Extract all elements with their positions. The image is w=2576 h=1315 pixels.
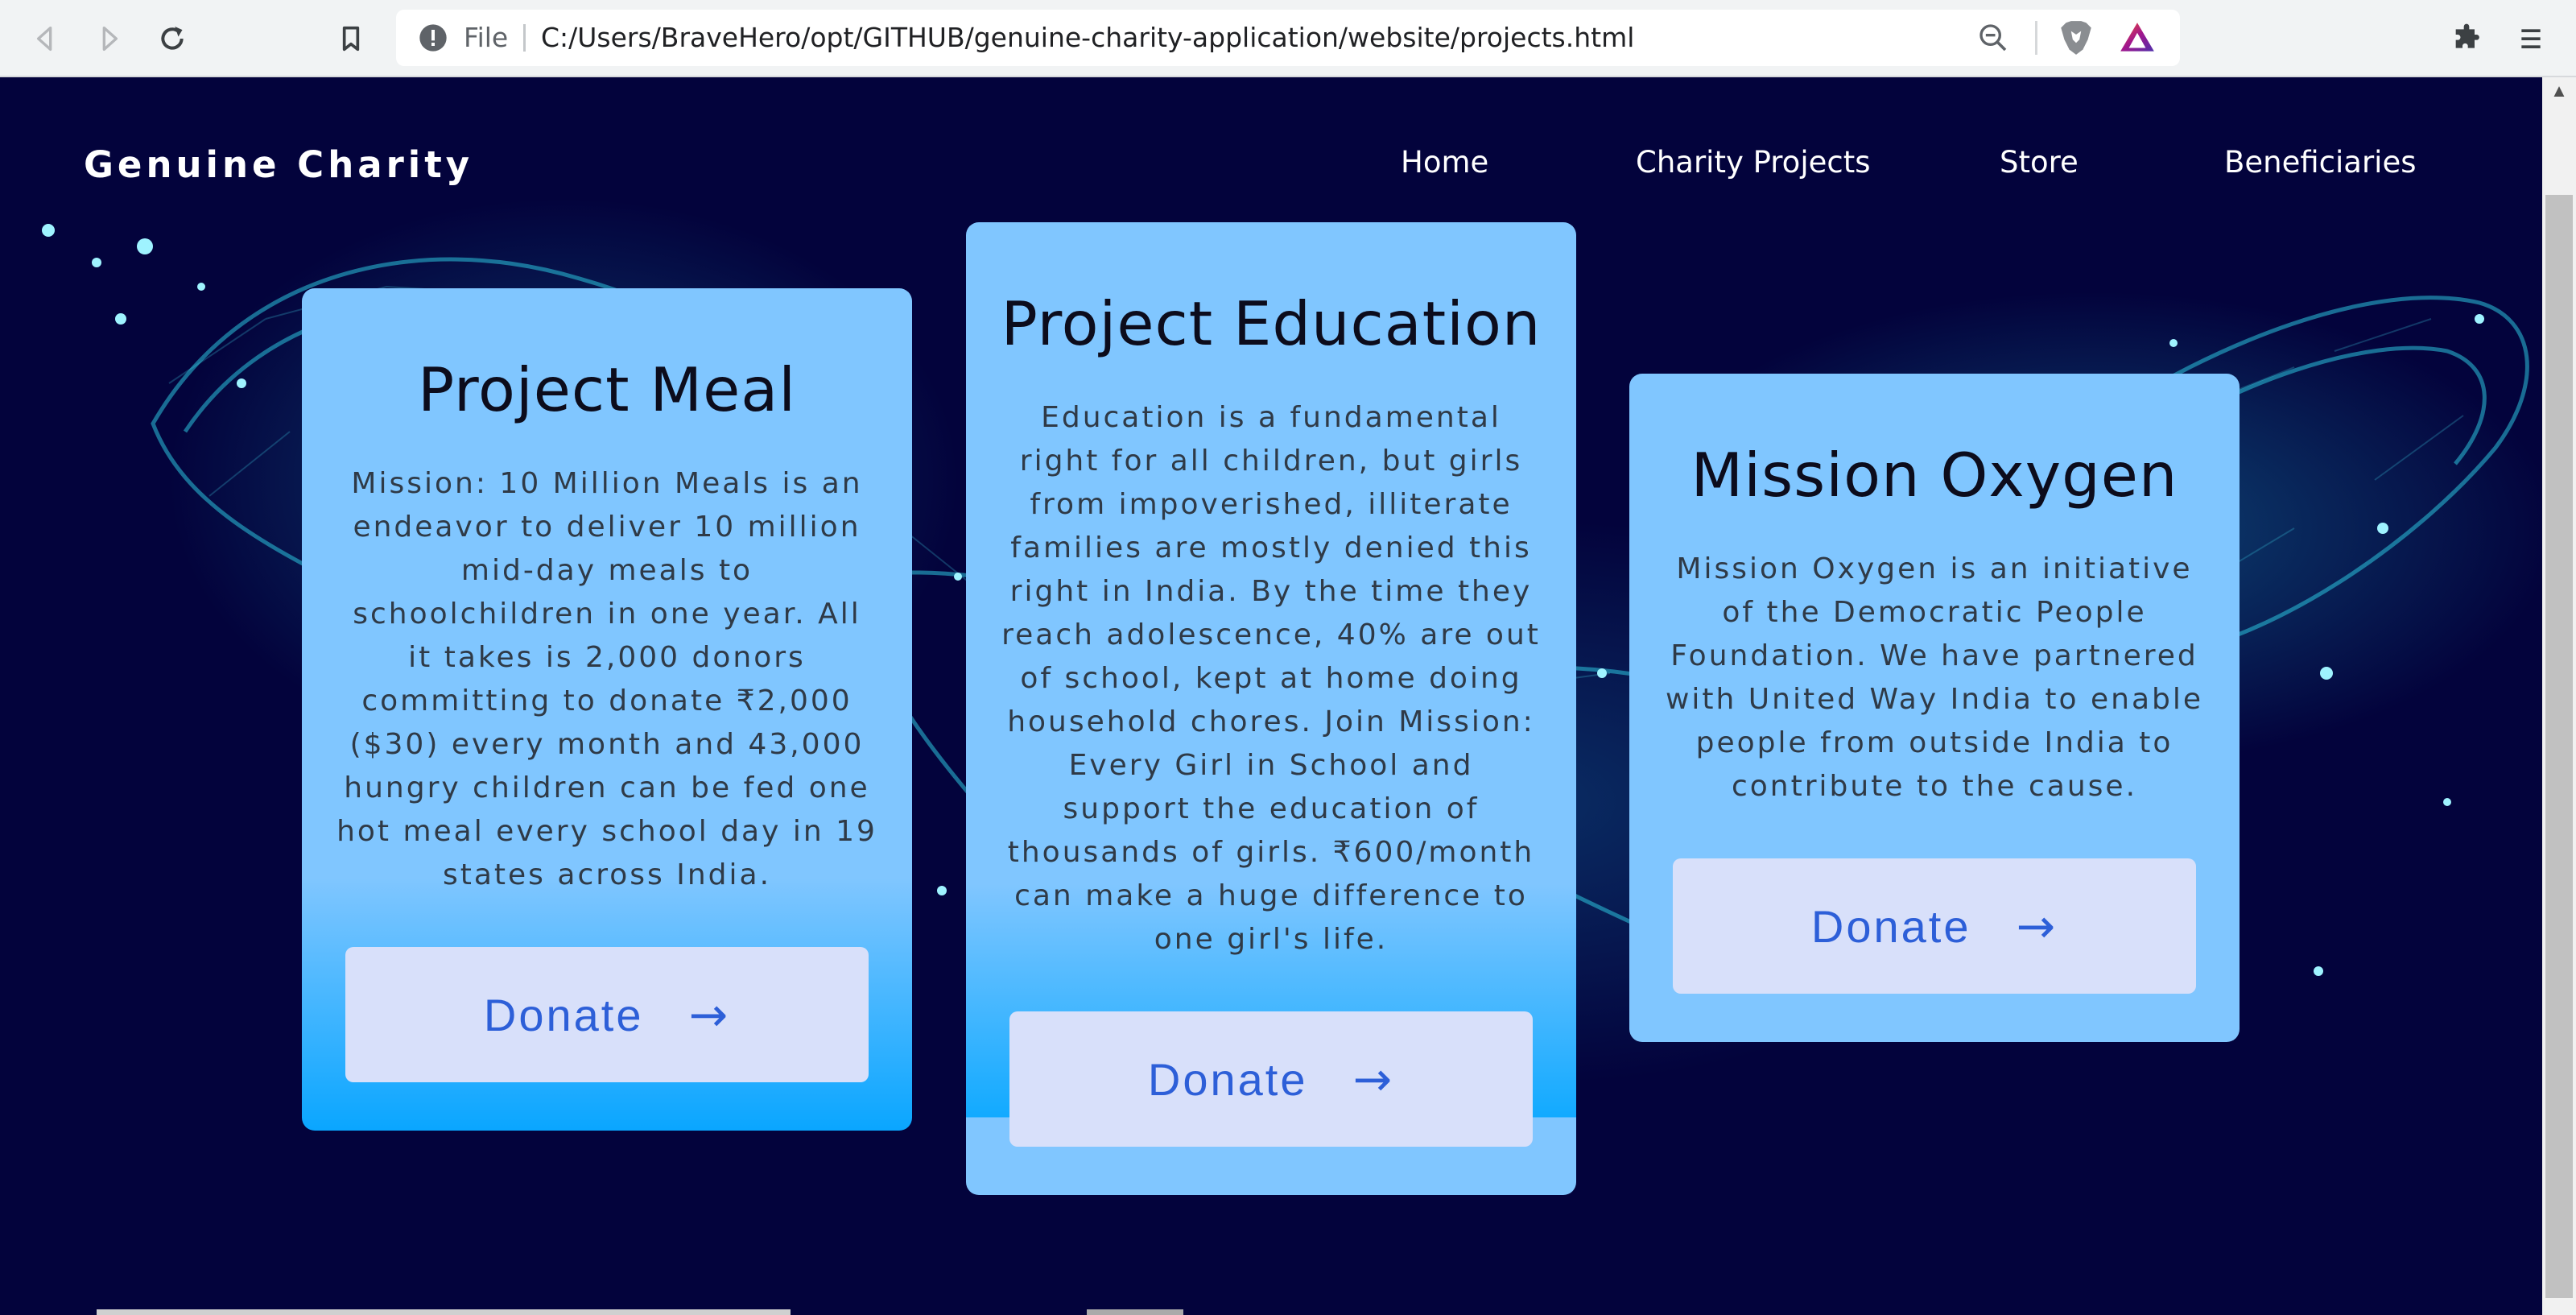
project-title: Mission Oxygen (1690, 440, 2178, 511)
nav-beneficiaries[interactable]: Beneficiaries (2224, 145, 2417, 180)
right-arrow-icon: → (1352, 1052, 1395, 1106)
back-arrow-icon[interactable] (24, 18, 66, 60)
site-info-icon[interactable] (417, 22, 449, 54)
zoom-out-icon[interactable] (1977, 22, 2009, 54)
site-brand[interactable]: Genuine Charity (84, 143, 473, 186)
project-card-meal: Project Meal Mission: 10 Million Meals i… (302, 288, 912, 1131)
scroll-up-arrow-icon[interactable]: ▲ (2542, 79, 2576, 103)
address-separator (523, 24, 526, 52)
vertical-scroll-thumb[interactable] (2545, 195, 2573, 1298)
donate-button[interactable]: Donate → (1673, 858, 2196, 994)
forward-arrow-icon[interactable] (89, 18, 130, 60)
project-title: Project Meal (417, 354, 797, 425)
vertical-scrollbar[interactable]: ▲ (2542, 77, 2576, 1315)
project-description: Mission: 10 Million Meals is an endeavor… (336, 467, 877, 891)
address-divider (2035, 21, 2037, 55)
url-text[interactable]: C:/Users/BraveHero/opt/GITHUB/genuine-ch… (541, 10, 1634, 66)
page-content: Genuine Charity Home Charity Projects St… (0, 77, 2542, 1315)
project-card-education: Project Education Education is a fundame… (966, 222, 1576, 1195)
site-info-label[interactable]: File (464, 10, 508, 66)
donate-label: Donate (1810, 900, 1971, 952)
nav-charity-projects[interactable]: Charity Projects (1636, 145, 1870, 180)
donate-label: Donate (1147, 1053, 1308, 1105)
horizontal-scroll-indicator (1087, 1309, 1183, 1315)
right-arrow-icon: → (2016, 899, 2058, 953)
project-description: Mission Oxygen is an initiative of the D… (1665, 552, 2204, 803)
project-card-oxygen: Mission Oxygen Mission Oxygen is an init… (1629, 374, 2240, 1042)
bookmark-icon[interactable] (330, 18, 372, 60)
reload-icon[interactable] (151, 18, 193, 60)
right-arrow-icon: → (688, 987, 731, 1042)
menu-icon[interactable] (2510, 18, 2552, 60)
browser-toolbar: File C:/Users/BraveHero/opt/GITHUB/genui… (0, 0, 2576, 77)
address-bar[interactable]: File C:/Users/BraveHero/opt/GITHUB/genui… (396, 10, 2180, 66)
extensions-icon[interactable] (2446, 18, 2487, 60)
horizontal-scroll-thumb[interactable] (97, 1309, 791, 1315)
brave-shields-icon[interactable] (2056, 18, 2096, 58)
project-description: Education is a fundamental right for all… (1001, 401, 1541, 956)
donate-button[interactable]: Donate → (1009, 1011, 1533, 1147)
nav-home[interactable]: Home (1401, 145, 1488, 180)
brave-rewards-icon[interactable] (2117, 18, 2157, 58)
project-title: Project Education (1001, 288, 1542, 359)
donate-button[interactable]: Donate → (345, 947, 869, 1082)
donate-label: Donate (483, 989, 644, 1040)
nav-store[interactable]: Store (2000, 145, 2079, 180)
